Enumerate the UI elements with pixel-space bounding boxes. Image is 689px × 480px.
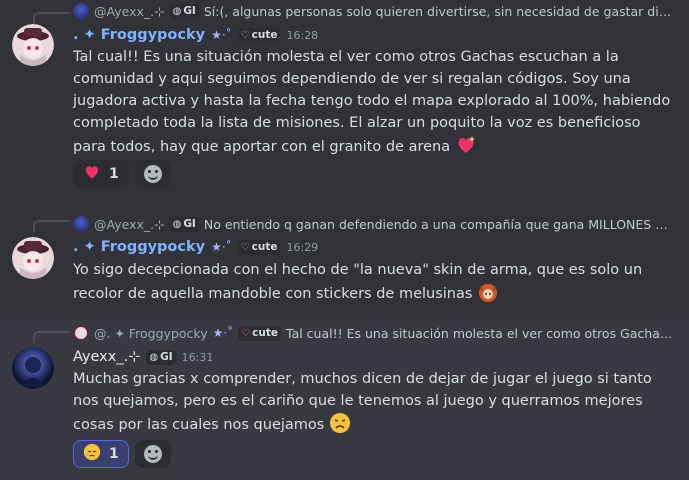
reactions: 1	[73, 160, 171, 188]
reply-preview[interactable]: @. ✦ Froggypocky ★·˚ ♡ cute Tal cual!! Es…	[73, 324, 673, 342]
message-content: Muchas gracias x comprender, muchos dice…	[73, 368, 673, 436]
reactions: 1	[73, 440, 171, 468]
reply-author[interactable]: @. ✦ Froggypocky	[94, 326, 208, 341]
heart-icon: ♡	[240, 29, 250, 41]
message-3: @. ✦ Froggypocky ★·˚ ♡ cute Tal cual!! Es…	[0, 320, 689, 480]
reply-avatar	[73, 216, 89, 232]
heart-icon	[83, 163, 101, 185]
add-reaction-button[interactable]	[134, 160, 171, 188]
timestamp[interactable]: 16:29	[286, 241, 318, 254]
heart-icon: ♡	[240, 241, 250, 253]
sparkling-heart-icon	[455, 134, 477, 156]
add-emoji-icon	[143, 165, 162, 183]
disappointed-face-icon	[329, 412, 351, 434]
message-content: Yo sigo decepcionada con el hecho de "la…	[73, 259, 673, 305]
emblem-icon: ◍	[172, 5, 182, 17]
reply-connector	[33, 331, 71, 343]
reply-author[interactable]: @Ayexx_.⊹	[94, 4, 165, 19]
add-emoji-icon	[143, 445, 162, 463]
reply-preview[interactable]: @Ayexx_.⊹ ◍ GI No entiendo q ganan defend…	[73, 215, 673, 233]
guild-tag[interactable]: ♡ cute	[237, 27, 281, 43]
message-text: Muchas gracias x comprender, muchos dice…	[73, 371, 652, 433]
reply-text[interactable]: Sí:(, algunas personas solo quieren dive…	[204, 4, 673, 19]
username[interactable]: . ✦ Froggypocky	[73, 27, 205, 43]
add-reaction-button[interactable]	[134, 440, 171, 468]
message-2: @Ayexx_.⊹ ◍ GI No entiendo q ganan defend…	[0, 208, 689, 318]
avatar[interactable]	[12, 347, 54, 389]
melusine-sticker-icon	[477, 281, 499, 303]
username[interactable]: Ayexx_.⊹	[73, 349, 140, 365]
name-decoration: ★·˚	[211, 240, 232, 254]
guild-tag[interactable]: ♡ cute	[237, 239, 281, 255]
guild-tag[interactable]: ◍ GI	[146, 349, 176, 365]
reply-author[interactable]: @Ayexx_.⊹	[94, 217, 165, 232]
name-decoration: ★·˚	[212, 326, 234, 340]
reply-connector	[33, 12, 71, 24]
reply-avatar	[73, 3, 89, 19]
timestamp[interactable]: 16:31	[182, 351, 214, 364]
reaction-count: 1	[109, 446, 119, 462]
emblem-icon: ◍	[149, 351, 159, 363]
guild-tag: ♡ cute	[238, 325, 281, 341]
emblem-icon: ◍	[172, 218, 182, 230]
sleepy-face-icon	[83, 443, 101, 465]
message-1: @Ayexx_.⊹ ◍ GI Sí:(, algunas personas sol…	[0, 0, 689, 200]
reply-text[interactable]: No entiendo q ganan defendiendo a una co…	[204, 217, 673, 232]
timestamp[interactable]: 16:28	[286, 29, 318, 42]
message-text: Yo sigo decepcionada con el hecho de "la…	[73, 262, 643, 302]
message-header: . ✦ Froggypocky ★·˚ ♡ cute 16:28	[73, 24, 318, 46]
guild-tag: ◍ GI	[169, 3, 199, 19]
reply-text[interactable]: Tal cual!! Es una situación molesta el v…	[286, 326, 673, 341]
guild-tag: ◍ GI	[169, 216, 199, 232]
name-decoration: ★·˚	[211, 28, 232, 42]
message-content: Tal cual!! Es una situación molesta el v…	[73, 46, 673, 158]
avatar[interactable]	[12, 24, 54, 66]
reaction-sleepy[interactable]: 1	[73, 440, 129, 468]
reaction-count: 1	[109, 166, 119, 182]
message-header: Ayexx_.⊹ ◍ GI 16:31	[73, 346, 213, 368]
reply-connector	[33, 220, 71, 232]
avatar[interactable]	[12, 237, 54, 279]
message-header: . ✦ Froggypocky ★·˚ ♡ cute 16:29	[73, 236, 318, 258]
message-text: Tal cual!! Es una situación molesta el v…	[73, 49, 671, 155]
heart-icon: ♡	[241, 327, 251, 339]
reply-preview[interactable]: @Ayexx_.⊹ ◍ GI Sí:(, algunas personas sol…	[73, 2, 673, 20]
reaction-heart[interactable]: 1	[73, 160, 129, 188]
reply-avatar	[73, 325, 89, 341]
username[interactable]: . ✦ Froggypocky	[73, 239, 205, 255]
